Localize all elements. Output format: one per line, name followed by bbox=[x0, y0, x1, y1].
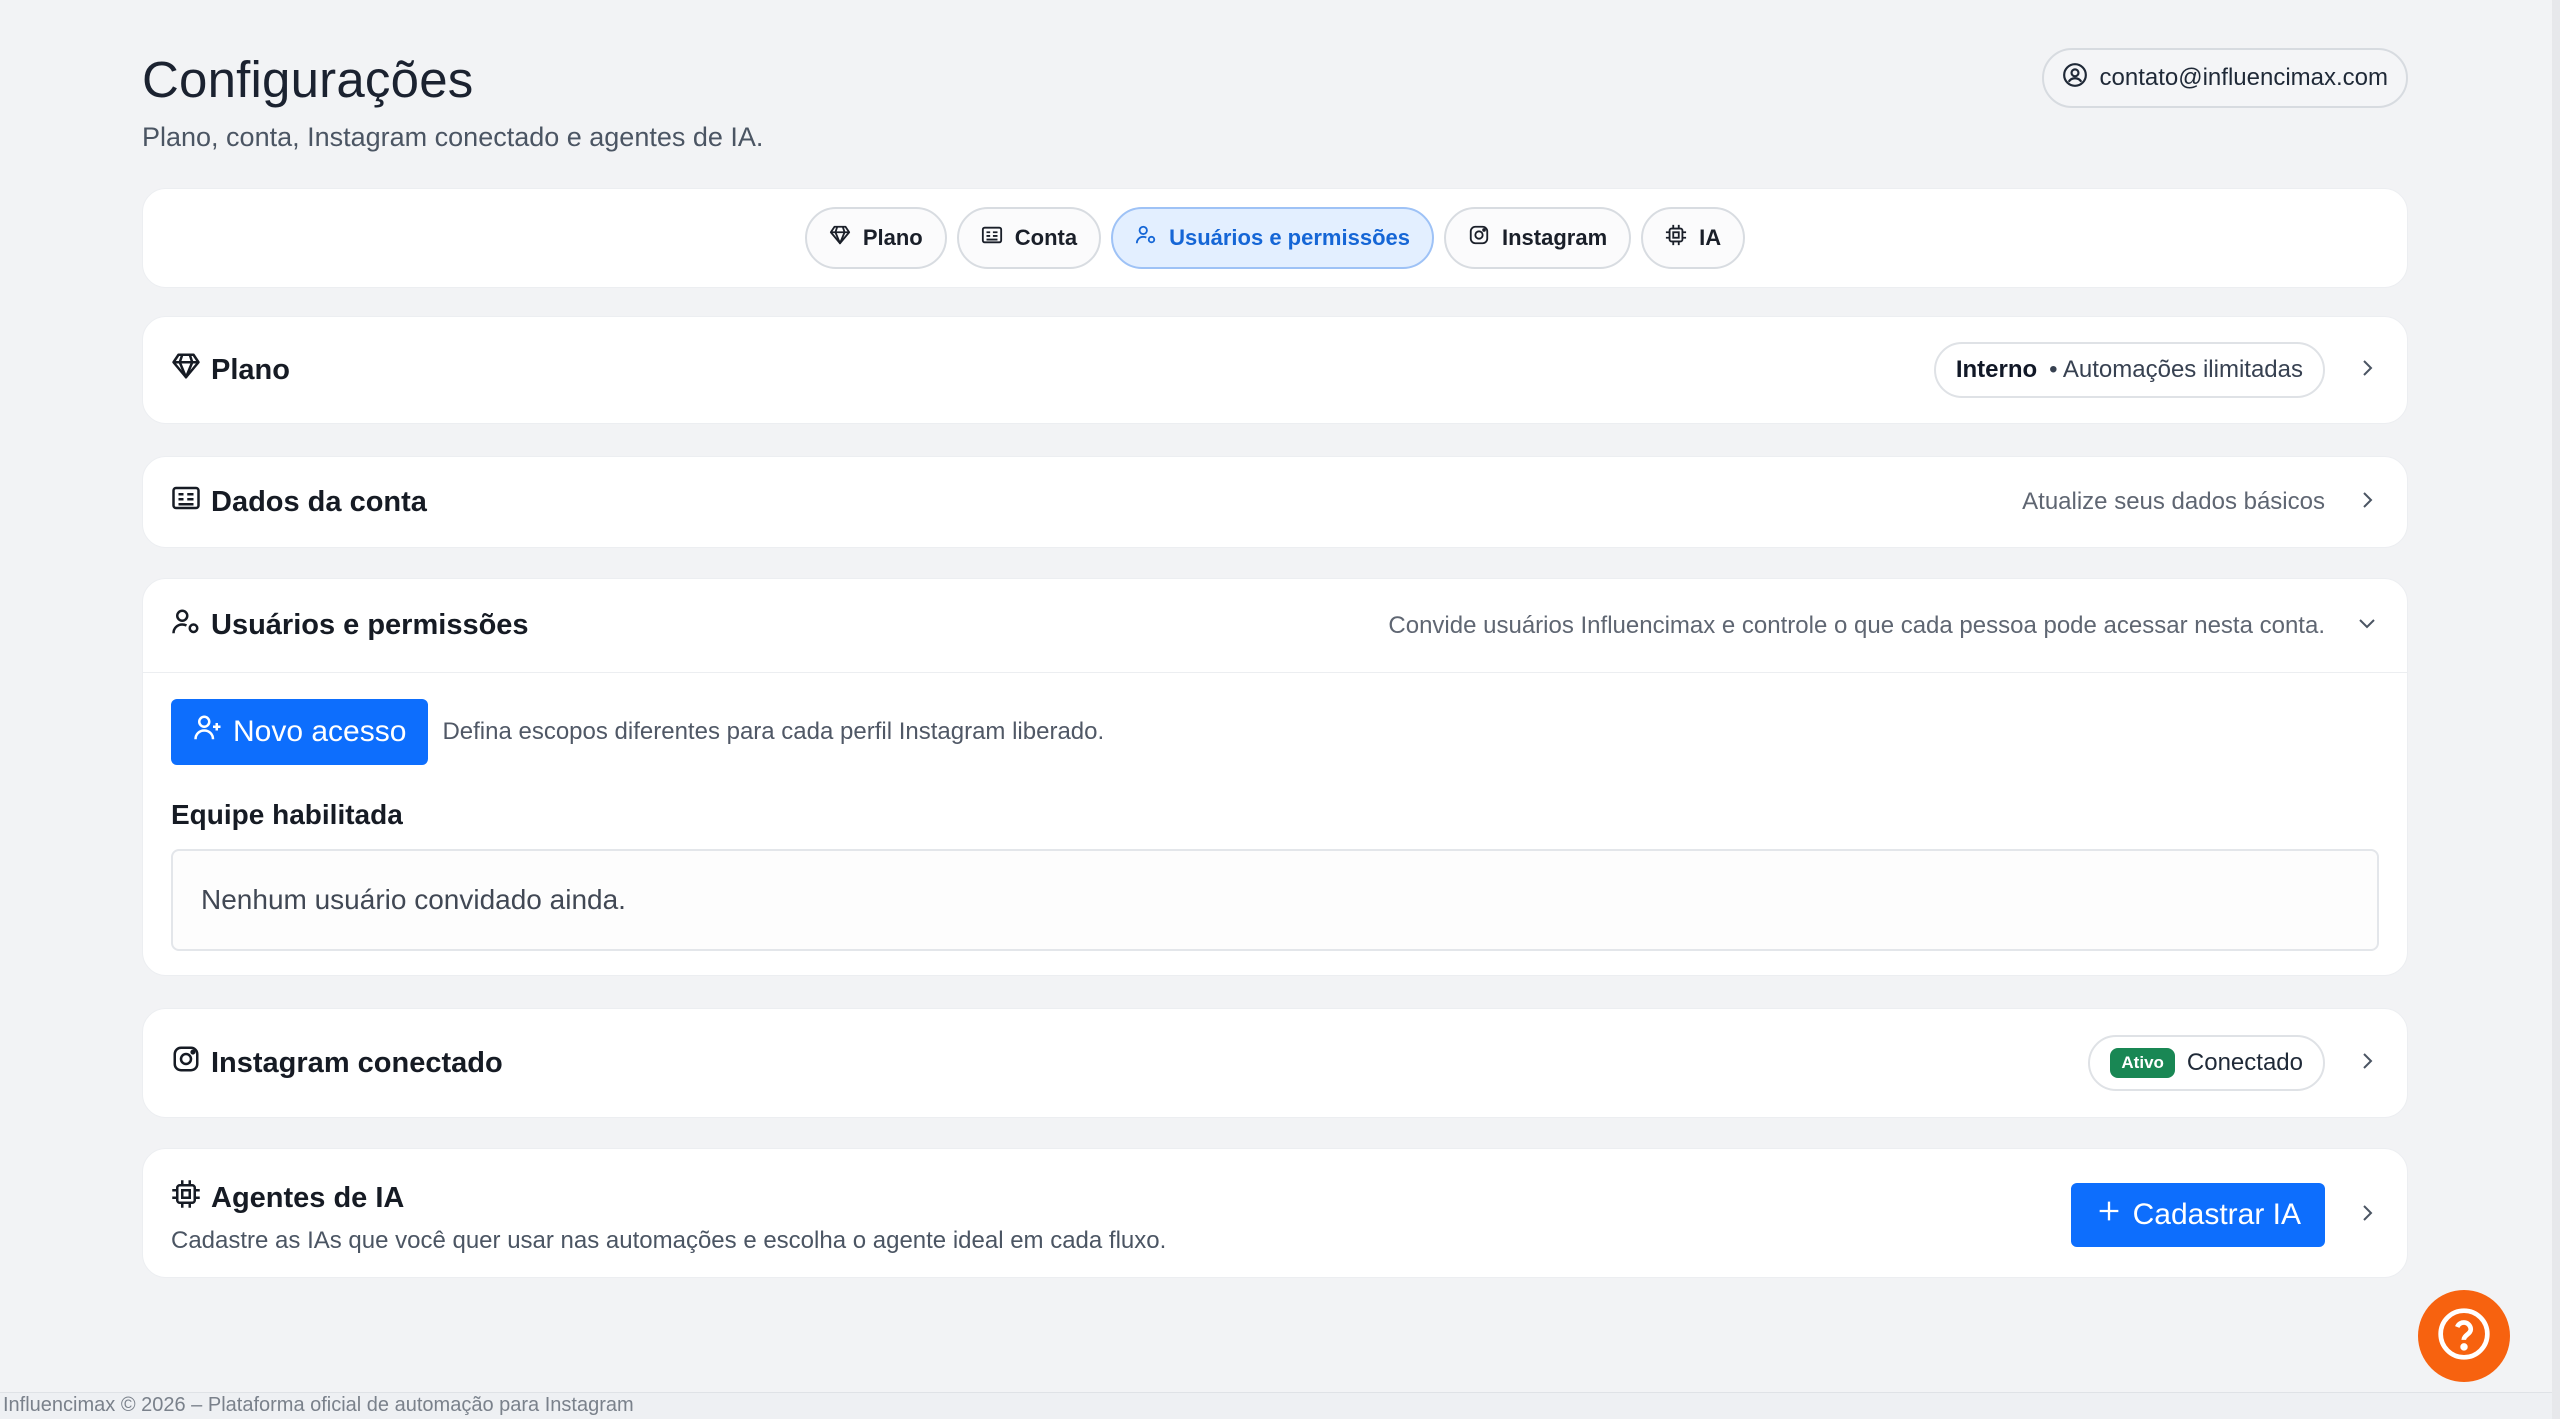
chevron-right-icon[interactable] bbox=[2355, 356, 2379, 385]
plan-section-title: Plano bbox=[171, 351, 290, 389]
user-circle-icon bbox=[2062, 62, 2088, 95]
question-circle-icon bbox=[2436, 1306, 2492, 1367]
users-section-title: Usuários e permissões bbox=[171, 607, 529, 645]
new-access-button[interactable]: Novo acesso bbox=[171, 699, 429, 765]
id-card-icon bbox=[171, 483, 201, 521]
chevron-down-icon[interactable] bbox=[2355, 611, 2379, 640]
page-subtitle: Plano, conta, Instagram conectado e agen… bbox=[142, 122, 764, 152]
users-section-body: Novo acesso Defina escopos diferentes pa… bbox=[171, 699, 2379, 951]
plan-pill: Interno • Automações ilimitadas bbox=[1933, 342, 2325, 398]
diamond-icon bbox=[829, 224, 851, 252]
chevron-right-icon[interactable] bbox=[2355, 1049, 2379, 1078]
cpu-icon bbox=[171, 1179, 201, 1217]
ai-description: Cadastre as IAs que você quer usar nas a… bbox=[171, 1227, 1167, 1254]
cpu-icon bbox=[1665, 224, 1687, 252]
users-section-header[interactable]: Usuários e permissões Convide usuários I… bbox=[143, 579, 2407, 673]
team-empty-state: Nenhum usuário convidado ainda. bbox=[171, 849, 2379, 951]
plus-icon bbox=[2095, 1197, 2123, 1233]
plan-section[interactable]: Plano Interno • Automações ilimitadas bbox=[142, 316, 2408, 424]
tab-plano[interactable]: Plano bbox=[804, 207, 947, 269]
team-label: Equipe habilitada bbox=[171, 799, 403, 830]
tab-usuarios-permissoes[interactable]: Usuários e permissões bbox=[1111, 207, 1434, 269]
chevron-right-icon[interactable] bbox=[2355, 1201, 2379, 1230]
user-plus-icon bbox=[193, 713, 223, 751]
tab-instagram[interactable]: Instagram bbox=[1443, 207, 1632, 269]
account-section[interactable]: Dados da conta Atualize seus dados básic… bbox=[142, 456, 2408, 548]
ai-section-title: Agentes de IA bbox=[171, 1179, 1166, 1217]
chevron-right-icon[interactable] bbox=[2355, 488, 2379, 517]
help-button[interactable] bbox=[2418, 1290, 2510, 1382]
account-hint: Atualize seus dados básicos bbox=[2022, 488, 2325, 515]
tab-label: Plano bbox=[862, 225, 923, 250]
tab-conta[interactable]: Conta bbox=[956, 207, 1102, 269]
instagram-icon bbox=[171, 1044, 201, 1082]
diamond-icon bbox=[171, 351, 201, 389]
tab-label: IA bbox=[1699, 225, 1722, 250]
user-account-chip[interactable]: contato@influencimax.com bbox=[2041, 48, 2408, 108]
status-badge: Ativo bbox=[2110, 1048, 2175, 1078]
instagram-section[interactable]: Instagram conectado Ativo Conectado bbox=[142, 1008, 2408, 1118]
user-gear-icon bbox=[171, 607, 201, 645]
footer-text: Influencimax © 2026 – Plataforma oficial… bbox=[3, 1394, 634, 1416]
register-ai-button[interactable]: Cadastrar IA bbox=[2070, 1183, 2325, 1247]
account-section-title: Dados da conta bbox=[171, 483, 427, 521]
new-access-label: Novo acesso bbox=[233, 715, 407, 748]
tab-label: Conta bbox=[1014, 225, 1078, 250]
scrollbar[interactable] bbox=[2552, 0, 2560, 1419]
ai-agents-section: Agentes de IA Cadastre as IAs que você q… bbox=[142, 1148, 2408, 1278]
tab-label: Instagram bbox=[1501, 225, 1608, 250]
instagram-status-pill: Ativo Conectado bbox=[2088, 1035, 2325, 1091]
tab-ia[interactable]: IA bbox=[1641, 207, 1746, 269]
register-ai-label: Cadastrar IA bbox=[2132, 1198, 2301, 1231]
user-gear-icon bbox=[1135, 224, 1157, 252]
plan-tier: Interno bbox=[1955, 356, 2038, 383]
page-title: Configurações bbox=[142, 51, 474, 108]
user-email: contato@influencimax.com bbox=[2099, 64, 2389, 91]
users-description: Convide usuários Influencimax e controle… bbox=[1388, 611, 2325, 639]
instagram-status-text: Conectado bbox=[2186, 1049, 2303, 1076]
plan-detail: • Automações ilimitadas bbox=[2049, 356, 2303, 383]
id-card-icon bbox=[981, 224, 1003, 252]
scopes-hint: Defina escopos diferentes para cada perf… bbox=[442, 718, 1105, 745]
settings-tabs: Plano Conta Usuários e permissões Instag… bbox=[142, 188, 2408, 288]
tab-label: Usuários e permissões bbox=[1169, 225, 1410, 250]
instagram-icon bbox=[1468, 224, 1490, 252]
empty-state-text: Nenhum usuário convidado ainda. bbox=[201, 884, 626, 915]
footer: Influencimax © 2026 – Plataforma oficial… bbox=[0, 1392, 2560, 1419]
users-section: Usuários e permissões Convide usuários I… bbox=[142, 578, 2408, 976]
instagram-section-title: Instagram conectado bbox=[171, 1044, 503, 1082]
